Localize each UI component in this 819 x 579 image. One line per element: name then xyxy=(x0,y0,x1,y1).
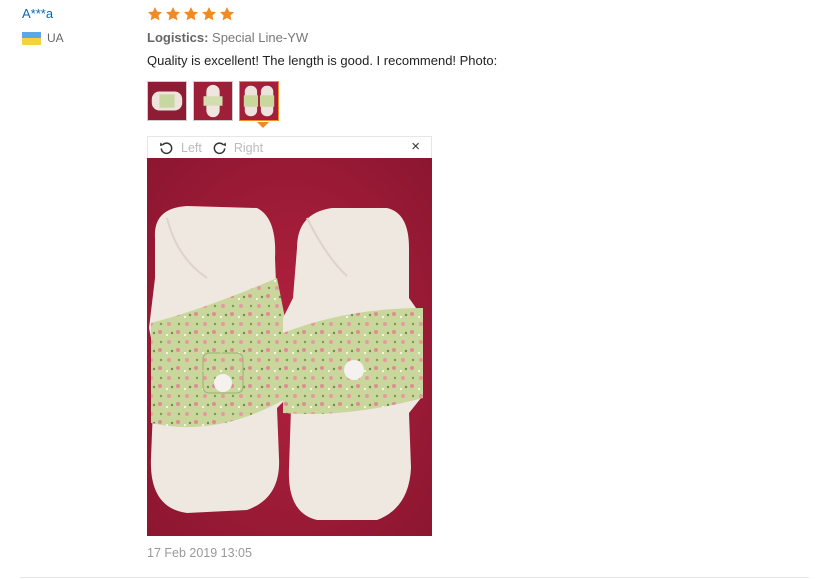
viewer-toolbar: Left Right × xyxy=(147,136,432,158)
ukraine-flag-icon xyxy=(22,31,41,45)
reviewer-name[interactable]: A***a xyxy=(22,6,64,22)
active-thumbnail-caret xyxy=(257,122,269,128)
logistics-value: Special Line-YW xyxy=(212,30,309,45)
photo-viewer: Left Right × xyxy=(147,136,432,536)
rotate-right-button[interactable]: Right xyxy=(212,140,263,155)
photo-thumbnail-active[interactable] xyxy=(239,81,279,121)
review-body: Logistics: Special Line-YW Quality is ex… xyxy=(147,6,497,68)
logistics-label: Logistics: xyxy=(147,30,209,45)
rotate-left-button[interactable]: Left xyxy=(159,140,202,155)
reviewer-info: A***a UA xyxy=(22,6,64,45)
star-rating xyxy=(147,6,497,24)
star-icon xyxy=(165,6,181,22)
photo-thumbnails xyxy=(147,81,279,121)
divider xyxy=(20,577,809,578)
rotate-left-label: Left xyxy=(181,140,202,155)
logistics-info: Logistics: Special Line-YW xyxy=(147,30,497,45)
star-icon xyxy=(183,6,199,22)
reviewer-country: UA xyxy=(22,31,64,45)
photo-thumbnail[interactable] xyxy=(147,81,187,121)
star-icon xyxy=(201,6,217,22)
review-date: 17 Feb 2019 13:05 xyxy=(147,546,252,560)
review-photo[interactable] xyxy=(147,158,432,536)
country-code: UA xyxy=(47,31,64,45)
rotate-left-icon xyxy=(159,142,173,155)
rotate-right-icon xyxy=(213,142,226,155)
photo-thumbnail[interactable] xyxy=(193,81,233,121)
review-text: Quality is excellent! The length is good… xyxy=(147,53,498,68)
rotate-right-label: Right xyxy=(233,140,264,155)
star-icon xyxy=(219,6,235,22)
close-icon[interactable]: × xyxy=(411,139,420,155)
star-icon xyxy=(147,6,163,22)
